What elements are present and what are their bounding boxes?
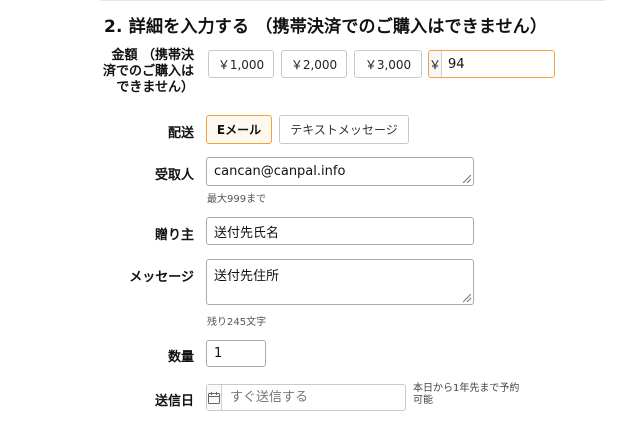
currency-prefix: ￥ [429, 51, 443, 77]
sender-label: 贈り主 [154, 228, 194, 243]
quantity-label: 数量 [167, 350, 194, 365]
message-char-counter: 残り245文字 [207, 317, 267, 328]
calendar-icon[interactable] [207, 385, 222, 410]
send-date-picker[interactable] [206, 384, 408, 411]
amount-preset-3000-button[interactable]: ￥3,000 [354, 50, 422, 78]
custom-amount-field: ￥ [428, 50, 555, 78]
message-value: 送付先住所 [214, 269, 280, 284]
sender-name-input[interactable] [206, 217, 474, 245]
custom-amount-input[interactable] [442, 51, 554, 77]
message-textarea[interactable]: 送付先住所 [206, 259, 474, 305]
delivery-label: 配送 [167, 126, 194, 141]
recipient-email-value: cancan@canpal.info [214, 164, 346, 179]
section-title: 2. 詳細を入力する （携帯決済でのご購入はできません） [104, 17, 548, 37]
delivery-email-option[interactable]: Eメール [206, 115, 272, 144]
send-date-note: 本日から1年先まで予約可能 [413, 383, 520, 406]
message-label: メッセージ [129, 270, 194, 285]
amount-preset-2000-button[interactable]: ￥2,000 [281, 50, 347, 78]
resize-handle-icon[interactable] [463, 175, 471, 183]
gift-card-details-form: 2. 詳細を入力する （携帯決済でのご購入はできません） 金額 （携帯決済でのご… [0, 0, 640, 427]
recipient-label: 受取人 [154, 168, 194, 183]
resize-handle-icon[interactable] [463, 294, 471, 302]
recipient-email-field[interactable]: cancan@canpal.info [206, 157, 474, 186]
recipient-hint: 最大999まで [207, 194, 267, 205]
amount-label: 金額 （携帯決済でのご購入はできません） [102, 48, 194, 95]
send-date-input[interactable] [222, 385, 408, 410]
amount-preset-1000-button[interactable]: ￥1,000 [208, 50, 274, 78]
send-date-label: 送信日 [154, 394, 194, 409]
divider [100, 0, 605, 1]
delivery-sms-option[interactable]: テキストメッセージ [279, 115, 409, 144]
quantity-input[interactable] [206, 340, 266, 367]
